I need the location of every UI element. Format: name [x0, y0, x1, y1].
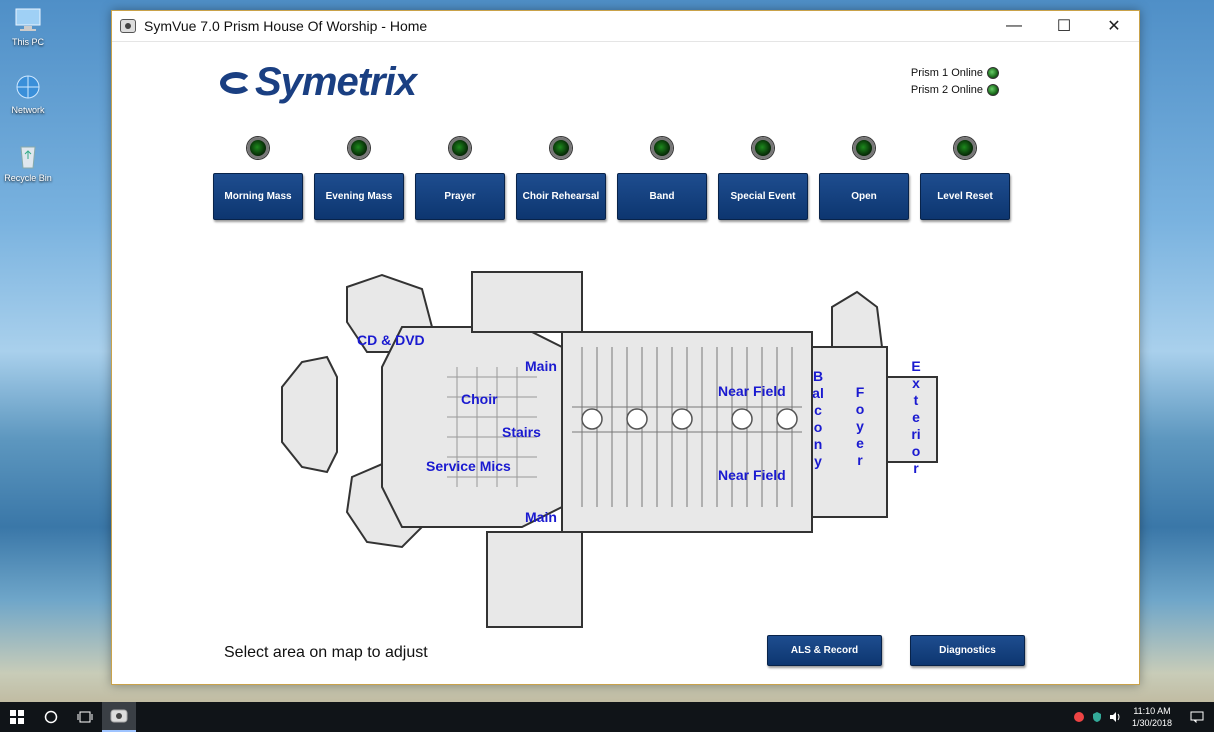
clock-date: 1/30/2018 [1131, 718, 1173, 728]
morning-mass-button[interactable]: Morning Mass [213, 173, 303, 220]
logo-text: Symetrix [255, 60, 417, 104]
desktop-icon-label: Recycle Bin [4, 173, 52, 183]
start-button[interactable] [0, 702, 34, 732]
task-view-icon [77, 711, 93, 723]
desktop-icon-network[interactable]: Network [4, 74, 52, 115]
search-circle-icon [44, 710, 58, 724]
volume-icon[interactable] [1106, 702, 1124, 732]
desktop-icon-label: This PC [11, 37, 44, 47]
clock[interactable]: 11:10 AM 1/30/2018 [1124, 705, 1180, 729]
prism1-status-label: Prism 1 Online [910, 66, 983, 79]
map-area-stairs[interactable]: Stairs [502, 424, 541, 440]
main-content: Symetrix Prism 1 Online Prism 2 Online M… [112, 42, 1139, 684]
map-area-foyer[interactable]: Foyer [854, 384, 866, 469]
symetrix-logo: Symetrix [220, 60, 417, 105]
map-area-service-mics[interactable]: Service Mics [426, 458, 511, 474]
prayer-button[interactable]: Prayer [415, 173, 505, 220]
evening-mass-button[interactable]: Evening Mass [314, 173, 404, 220]
preset-evening-mass: Evening Mass [314, 137, 404, 220]
search-button[interactable] [34, 702, 68, 732]
network-icon [13, 74, 43, 102]
desktop-icon-this-pc[interactable]: This PC [4, 6, 52, 47]
network-status-icon[interactable] [1070, 702, 1088, 732]
prism2-status-label: Prism 2 Online [910, 83, 983, 96]
symvue-taskbar-button[interactable] [102, 702, 136, 732]
preset-morning-mass: Morning Mass [213, 137, 303, 220]
preset-led-icon [550, 137, 572, 159]
floor-plan-map[interactable]: CD & DVD Main Choir Stairs Service Mics … [272, 267, 942, 632]
map-area-exterior[interactable]: Exterior [910, 358, 922, 477]
balcony-label: Balcony [812, 368, 824, 469]
app-window: SymVue 7.0 Prism House Of Worship - Home… [111, 10, 1140, 685]
desktop-icon-recycle-bin[interactable]: Recycle Bin [4, 142, 52, 183]
computer-icon [13, 6, 43, 34]
special-event-button[interactable]: Special Event [718, 173, 808, 220]
foyer-label: Foyer [855, 384, 865, 468]
preset-bar: Morning Mass Evening Mass Prayer Choir R… [213, 137, 1010, 220]
prism2-led-icon [987, 83, 999, 96]
choir-rehearsal-button[interactable]: Choir Rehearsal [516, 173, 606, 220]
map-area-near-field-top[interactable]: Near Field [718, 383, 786, 399]
diagnostics-button[interactable]: Diagnostics [910, 635, 1025, 666]
task-view-button[interactable] [68, 702, 102, 732]
close-button[interactable]: ✕ [1089, 11, 1139, 42]
preset-led-icon [954, 137, 976, 159]
taskbar: 11:10 AM 1/30/2018 [0, 702, 1214, 732]
map-area-cd-dvd[interactable]: CD & DVD [357, 332, 425, 348]
floor-plan-drawing [281, 271, 938, 628]
preset-led-icon [348, 137, 370, 159]
band-button[interactable]: Band [617, 173, 707, 220]
preset-led-icon [449, 137, 471, 159]
open-button[interactable]: Open [819, 173, 909, 220]
map-area-main-top[interactable]: Main [525, 358, 557, 374]
symvue-app-icon [110, 709, 128, 723]
notifications-icon[interactable] [1180, 702, 1214, 732]
logo-swirl-icon [220, 71, 252, 94]
preset-choir-rehearsal: Choir Rehearsal [516, 137, 606, 220]
prism2-status: Prism 2 Online [911, 81, 999, 98]
preset-led-icon [247, 137, 269, 159]
status-panel: Prism 1 Online Prism 2 Online [911, 64, 999, 98]
preset-level-reset: Level Reset [920, 137, 1010, 220]
system-tray: 11:10 AM 1/30/2018 [1070, 702, 1214, 732]
preset-special-event: Special Event [718, 137, 808, 220]
maximize-button[interactable]: ☐ [1039, 11, 1089, 42]
recycle-bin-icon [13, 142, 43, 170]
minimize-button[interactable]: — [989, 11, 1039, 42]
preset-led-icon [853, 137, 875, 159]
map-instruction: Select area on map to adjust [224, 644, 428, 661]
level-reset-button[interactable]: Level Reset [920, 173, 1010, 220]
map-area-balcony[interactable]: Balcony [812, 368, 824, 470]
exterior-label: Exterior [911, 358, 921, 476]
prism1-status: Prism 1 Online [911, 64, 999, 81]
map-area-near-field-bottom[interactable]: Near Field [718, 467, 786, 483]
preset-led-icon [752, 137, 774, 159]
map-area-main-bottom[interactable]: Main [525, 509, 557, 525]
windows-icon [10, 710, 24, 724]
preset-open: Open [819, 137, 909, 220]
security-shield-icon[interactable] [1088, 702, 1106, 732]
preset-prayer: Prayer [415, 137, 505, 220]
prism1-led-icon [987, 66, 999, 79]
window-title: SymVue 7.0 Prism House Of Worship - Home [144, 18, 428, 34]
map-area-choir[interactable]: Choir [461, 391, 498, 407]
preset-led-icon [651, 137, 673, 159]
als-record-button[interactable]: ALS & Record [767, 635, 882, 666]
app-icon [120, 19, 136, 33]
title-bar[interactable]: SymVue 7.0 Prism House Of Worship - Home… [112, 11, 1139, 42]
desktop-icon-label: Network [11, 105, 45, 115]
clock-time: 11:10 AM [1133, 706, 1171, 716]
preset-band: Band [617, 137, 707, 220]
